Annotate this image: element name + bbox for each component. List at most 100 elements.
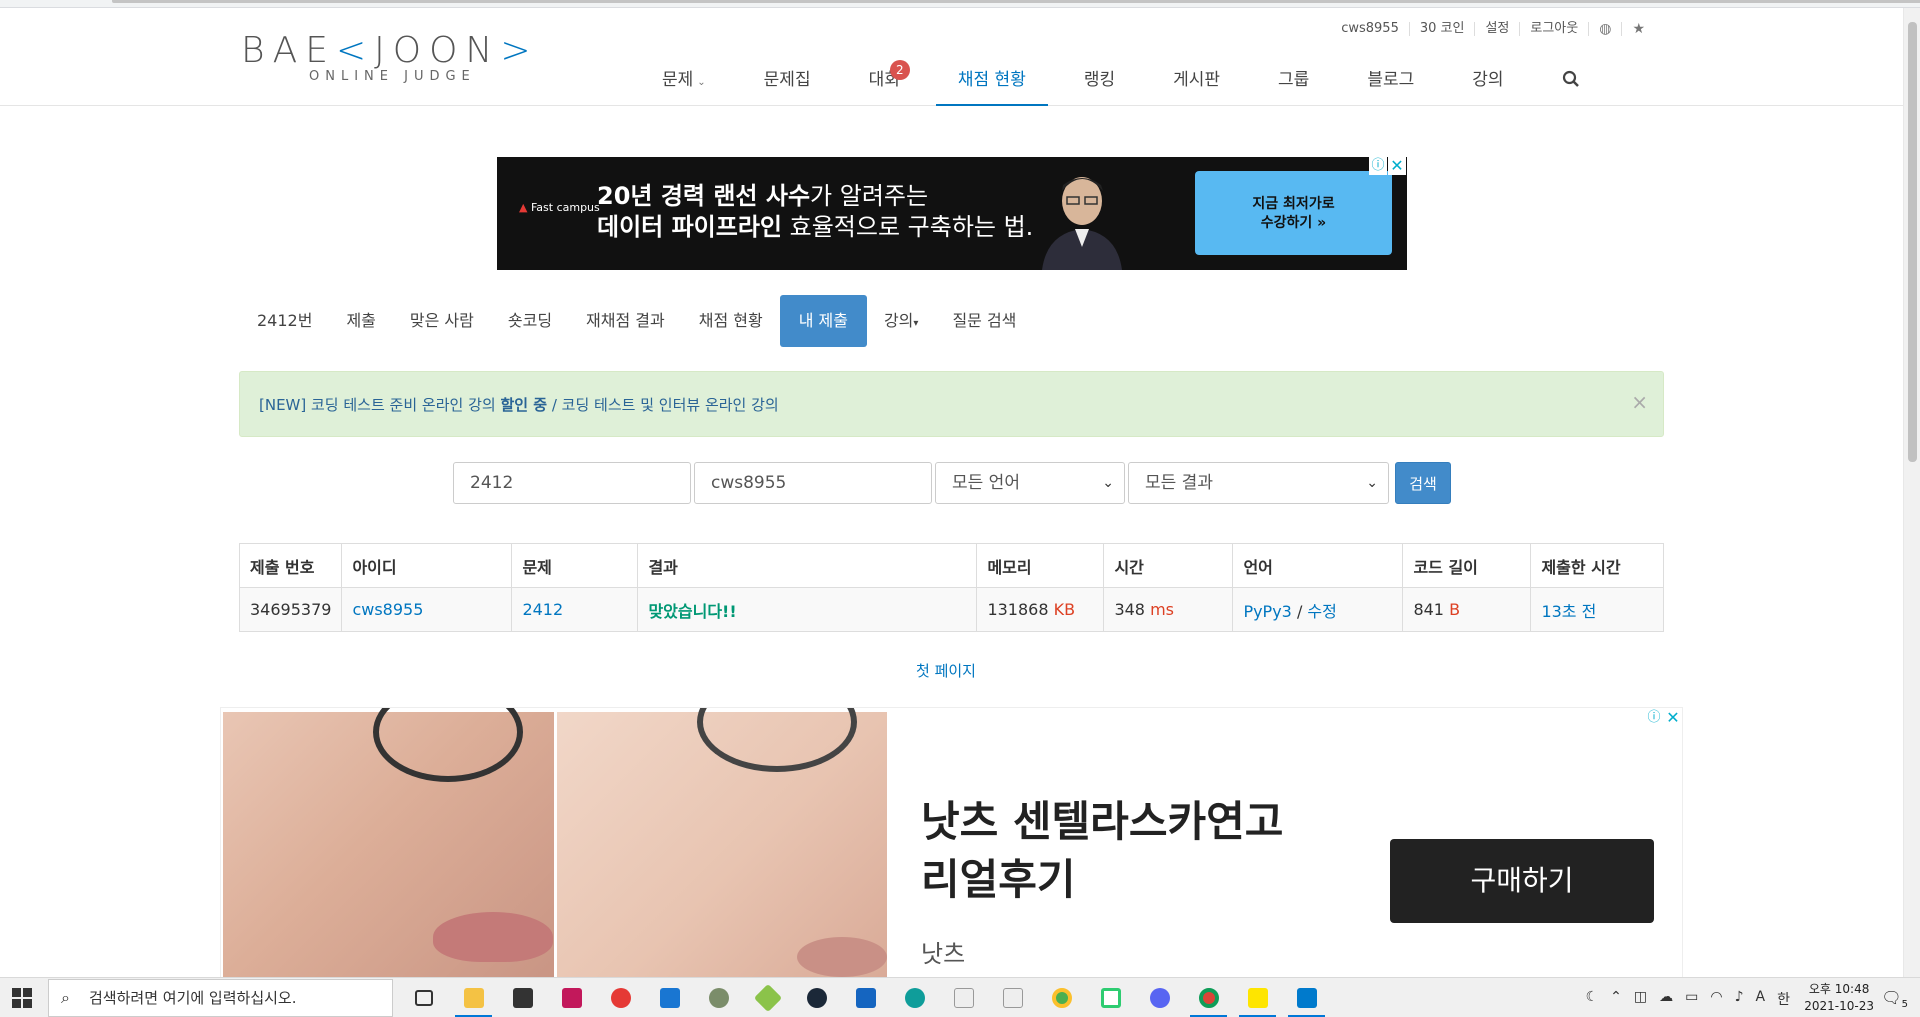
nav-blog[interactable]: 블로그 — [1345, 62, 1436, 106]
taskbar-apps — [400, 978, 1331, 1017]
first-page-link[interactable]: 첫 페이지 — [916, 660, 976, 681]
ime-mode-icon[interactable]: A — [1756, 989, 1766, 1009]
nav-workbooks[interactable]: 문제집 — [742, 62, 833, 106]
ad-photo-before — [223, 708, 554, 977]
submitted-time-link[interactable]: 13초 전 — [1541, 602, 1596, 621]
tab-rejudge[interactable]: 재채점 결과 — [569, 295, 682, 347]
settings-link[interactable]: 설정 — [1474, 22, 1519, 36]
chevron-up-icon[interactable]: ⌃ — [1610, 989, 1622, 1009]
system-tray: ☾ ⌃ ◫ ☁ ▭ ◠ ♪ A 한 — [1574, 989, 1790, 1009]
col-language: 언어 — [1232, 543, 1404, 588]
windows-start-icon[interactable] — [12, 988, 32, 1008]
username-link[interactable]: cws8955 — [1331, 22, 1409, 36]
git-icon[interactable] — [743, 978, 792, 1017]
col-submission: 제출 번호 — [238, 543, 343, 588]
ad-close-icon[interactable]: ✕ — [1388, 157, 1406, 175]
nav-board[interactable]: 게시판 — [1151, 62, 1242, 106]
nav-ranking[interactable]: 랭킹 — [1062, 62, 1137, 106]
moon-icon[interactable]: ☾ — [1586, 989, 1599, 1009]
tab-solved-users[interactable]: 맞은 사람 — [393, 295, 491, 347]
nav-status[interactable]: 채점 현황 — [935, 62, 1048, 106]
star-icon[interactable]: ★ — [1621, 22, 1655, 36]
volume-icon[interactable]: ♪ — [1735, 989, 1744, 1009]
ad-close-icon[interactable]: ✕ — [1664, 709, 1682, 727]
user-id-input[interactable]: cws8955 — [694, 462, 932, 504]
chrome-active-icon[interactable] — [1184, 978, 1233, 1017]
language-indicator[interactable]: 한 — [1777, 989, 1790, 1009]
ad-info-icon[interactable]: ⓘ — [1369, 157, 1387, 175]
ad-info-icon[interactable]: ⓘ — [1645, 709, 1663, 727]
vscode-icon[interactable] — [1282, 978, 1331, 1017]
file-explorer-icon[interactable] — [449, 978, 498, 1017]
steam-icon[interactable] — [792, 978, 841, 1017]
tab-submit[interactable]: 제출 — [329, 295, 392, 347]
globe-icon[interactable]: ◍ — [1588, 22, 1621, 36]
nav-contests[interactable]: 대회 2 — [847, 60, 922, 106]
language-select[interactable]: 모든 언어 ⌄ — [935, 462, 1125, 504]
book-icon[interactable] — [841, 978, 890, 1017]
buy-button[interactable]: 구매하기 — [1390, 839, 1654, 923]
kakaotalk-icon[interactable] — [1233, 978, 1282, 1017]
ad-cta-button[interactable]: 지금 최저가로 수강하기 » — [1195, 171, 1392, 255]
problem-id-input[interactable]: 2412 — [453, 462, 691, 504]
chrome-icon[interactable] — [1037, 978, 1086, 1017]
nav-lectures[interactable]: 강의 — [1450, 62, 1525, 106]
ad-banner-bottom[interactable]: 낫츠 센텔라스카연고 리얼후기 낫츠 구매하기 ⓘ ✕ — [220, 707, 1683, 978]
battery-icon[interactable]: ▭ — [1685, 989, 1698, 1009]
windows-taskbar: ⌕ 검색하려면 여기에 입력하십시오. ☾ ⌃ ◫ ☁ ▭ ◠ ♪ A 한 오후 … — [0, 977, 1920, 1017]
network-icon[interactable]: ◫ — [1634, 989, 1647, 1009]
submission-id: 34695379 — [238, 587, 343, 632]
cloud-icon[interactable]: ☁ — [1659, 989, 1673, 1009]
language-link[interactable]: PyPy3 — [1243, 602, 1291, 621]
result-select[interactable]: 모든 결과 ⌄ — [1128, 462, 1389, 504]
taskbar-clock[interactable]: 오후 10:48 2021-10-23 — [1804, 981, 1874, 1015]
close-icon[interactable]: × — [1631, 390, 1648, 414]
col-submitted: 제출한 시간 — [1530, 543, 1664, 588]
sync-app-icon[interactable] — [596, 978, 645, 1017]
ad-banner-top[interactable]: ▲ Fast campus 20년 경력 랜선 사수가 알려주는 데이터 파이프… — [497, 157, 1407, 270]
settings-gear-icon[interactable] — [694, 978, 743, 1017]
scrollbar-thumb[interactable] — [1908, 22, 1917, 462]
vertical-scrollbar[interactable] — [1903, 8, 1920, 978]
tab-short-coding[interactable]: 숏코딩 — [491, 295, 569, 347]
ad-headline: 20년 경력 랜선 사수가 알려주는 데이터 파이프라인 효율적으로 구축하는 … — [597, 182, 1034, 241]
coin-link[interactable]: 30 코인 — [1408, 22, 1475, 36]
tab-question-search[interactable]: 질문 검색 — [935, 295, 1033, 347]
chevron-down-icon: ⌄ — [697, 77, 706, 88]
tab-lectures[interactable]: 강의▾ — [867, 295, 935, 347]
edge-icon[interactable] — [890, 978, 939, 1017]
search-button[interactable]: 검색 — [1395, 462, 1451, 504]
tab-problem[interactable]: 2412번 — [240, 295, 329, 347]
col-time: 시간 — [1103, 543, 1234, 588]
site-logo[interactable]: BAE<JOON> ONLINE JUDGE — [241, 30, 539, 84]
store-icon[interactable] — [498, 978, 547, 1017]
problem-link[interactable]: 2412 — [522, 600, 563, 619]
discord-icon[interactable] — [1135, 978, 1184, 1017]
taskbar-search-box[interactable]: ⌕ 검색하려면 여기에 입력하십시오. — [48, 979, 393, 1017]
col-memory: 메모리 — [976, 543, 1105, 588]
wifi-icon[interactable]: ◠ — [1710, 989, 1722, 1009]
chevron-down-icon: ⌄ — [1366, 475, 1378, 491]
horizontal-scrollbar[interactable] — [112, 0, 1920, 3]
browser-tab-strip — [0, 0, 1920, 8]
green-app-icon[interactable] — [1086, 978, 1135, 1017]
app-pink-icon[interactable] — [547, 978, 596, 1017]
result-text: 맞았습니다!! — [648, 601, 737, 621]
notepad-icon[interactable] — [939, 978, 988, 1017]
edit-link[interactable]: 수정 — [1307, 602, 1336, 621]
status-filter-form: 2412 cws8955 모든 언어 ⌄ 모든 결과 ⌄ 검색 — [453, 462, 1451, 504]
tab-status[interactable]: 채점 현황 — [682, 295, 780, 347]
nav-problems[interactable]: 문제 ⌄ — [640, 62, 728, 106]
logout-link[interactable]: 로그아웃 — [1519, 22, 1588, 36]
tab-my-submissions[interactable]: 내 제출 — [779, 295, 867, 347]
typora-icon[interactable] — [988, 978, 1037, 1017]
user-link[interactable]: cws8955 — [352, 600, 423, 619]
code-length-cell: 841 B — [1402, 587, 1532, 632]
nav-groups[interactable]: 그룹 — [1256, 62, 1331, 106]
task-view-icon[interactable] — [400, 978, 449, 1017]
time-cell: 348 ms — [1103, 587, 1234, 632]
search-icon[interactable] — [1540, 62, 1602, 106]
promo-alert-link[interactable]: [NEW] 코딩 테스트 준비 온라인 강의 할인 중 / 코딩 테스트 및 인… — [259, 394, 779, 415]
notification-icon[interactable]: 🗨5 — [1881, 988, 1908, 1010]
mail-icon[interactable] — [645, 978, 694, 1017]
